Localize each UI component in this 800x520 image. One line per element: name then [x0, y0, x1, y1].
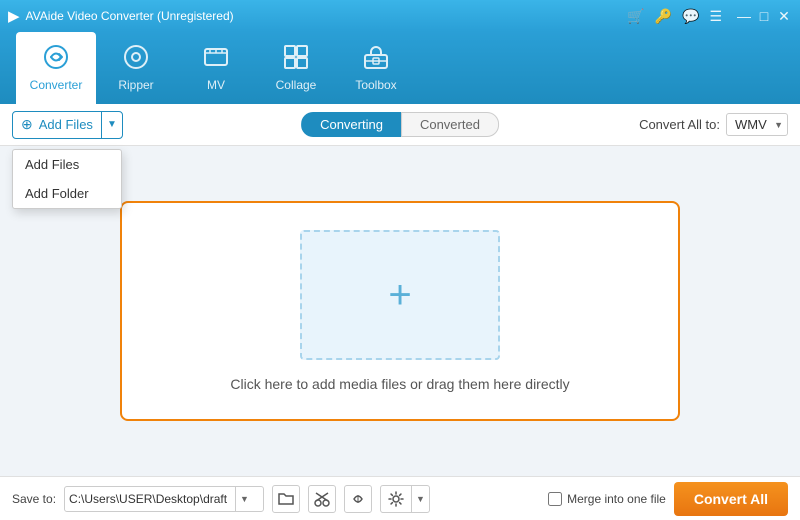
- merge-checkbox-group: Merge into one file: [548, 492, 666, 506]
- dropdown-add-files[interactable]: Add Files: [13, 150, 121, 179]
- format-select[interactable]: WMV MP4 AVI MOV MKV: [726, 113, 788, 136]
- add-files-container: ⊕ Add Files ▼ Add Files Add Folder: [12, 111, 123, 139]
- drop-zone-outer[interactable]: + Click here to add media files or drag …: [120, 201, 680, 421]
- nav-label-toolbox: Toolbox: [355, 78, 396, 92]
- nav-label-ripper: Ripper: [118, 78, 153, 92]
- settings-button[interactable]: [381, 486, 411, 512]
- tab-group: Converting Converted: [301, 112, 499, 137]
- maximize-button[interactable]: □: [756, 8, 772, 24]
- save-to-label: Save to:: [12, 492, 56, 506]
- close-button[interactable]: ✕: [776, 8, 792, 24]
- mv-icon: [203, 44, 229, 74]
- drop-zone-inner[interactable]: +: [300, 230, 500, 360]
- collage-icon: [283, 44, 309, 74]
- converter-icon: [43, 44, 69, 74]
- nav-item-converter[interactable]: Converter: [16, 32, 96, 104]
- merge-label: Merge into one file: [567, 492, 666, 506]
- nav-item-mv[interactable]: MV: [176, 32, 256, 104]
- menu-icon[interactable]: ☰: [709, 8, 722, 25]
- add-files-dropdown-menu: Add Files Add Folder: [12, 149, 122, 209]
- tab-converting[interactable]: Converting: [301, 112, 401, 137]
- minimize-button[interactable]: —: [736, 8, 752, 24]
- add-files-dropdown-arrow[interactable]: ▼: [101, 112, 122, 138]
- ripper-icon: [123, 44, 149, 74]
- drop-hint-text: Click here to add media files or drag th…: [230, 376, 569, 392]
- toolbar: ⊕ Add Files ▼ Add Files Add Folder Conve…: [0, 104, 800, 146]
- toolbox-icon: [363, 44, 389, 74]
- merge-checkbox[interactable]: [548, 492, 562, 506]
- title-bar-extra-icons: 🛒 🔑 💬 ☰: [627, 8, 722, 25]
- nav-label-collage: Collage: [276, 78, 317, 92]
- nav-item-ripper[interactable]: Ripper: [96, 32, 176, 104]
- plus-circle-icon: ⊕: [21, 116, 33, 133]
- format-select-wrapper: WMV MP4 AVI MOV MKV: [726, 113, 788, 136]
- cut-button[interactable]: [308, 485, 336, 513]
- nav-item-toolbox[interactable]: Toolbox: [336, 32, 416, 104]
- settings-group: ▼: [380, 485, 430, 513]
- nav-label-converter: Converter: [30, 78, 83, 92]
- add-files-button[interactable]: ⊕ Add Files ▼: [12, 111, 123, 139]
- app-title: AVAide Video Converter (Unregistered): [26, 9, 628, 23]
- chat-icon[interactable]: 💬: [682, 8, 699, 25]
- save-path-wrapper: ▼: [64, 486, 264, 512]
- tab-converted[interactable]: Converted: [401, 112, 499, 137]
- dropdown-add-folder[interactable]: Add Folder: [13, 179, 121, 208]
- add-media-icon: +: [388, 275, 411, 315]
- convert-all-button[interactable]: Convert All: [674, 482, 788, 516]
- footer-bar: Save to: ▼ ▼: [0, 476, 800, 520]
- cart-icon[interactable]: 🛒: [627, 8, 644, 25]
- speed-button[interactable]: [344, 485, 372, 513]
- nav-label-mv: MV: [207, 78, 225, 92]
- window-controls: — □ ✕: [736, 8, 792, 24]
- add-files-label: Add Files: [39, 117, 93, 132]
- convert-all-label: Convert All to:: [639, 117, 720, 132]
- key-icon[interactable]: 🔑: [655, 8, 672, 25]
- open-folder-button[interactable]: [272, 485, 300, 513]
- title-bar: ▶ AVAide Video Converter (Unregistered) …: [0, 0, 800, 32]
- convert-all-group: Convert All to: WMV MP4 AVI MOV MKV: [639, 113, 788, 136]
- nav-bar: Converter Ripper MV: [0, 32, 800, 104]
- save-path-dropdown-arrow[interactable]: ▼: [235, 487, 253, 511]
- nav-item-collage[interactable]: Collage: [256, 32, 336, 104]
- add-files-main[interactable]: ⊕ Add Files: [13, 112, 101, 138]
- save-path-input[interactable]: [65, 492, 235, 506]
- settings-dropdown-arrow[interactable]: ▼: [411, 486, 429, 512]
- app-icon: ▶: [8, 7, 20, 25]
